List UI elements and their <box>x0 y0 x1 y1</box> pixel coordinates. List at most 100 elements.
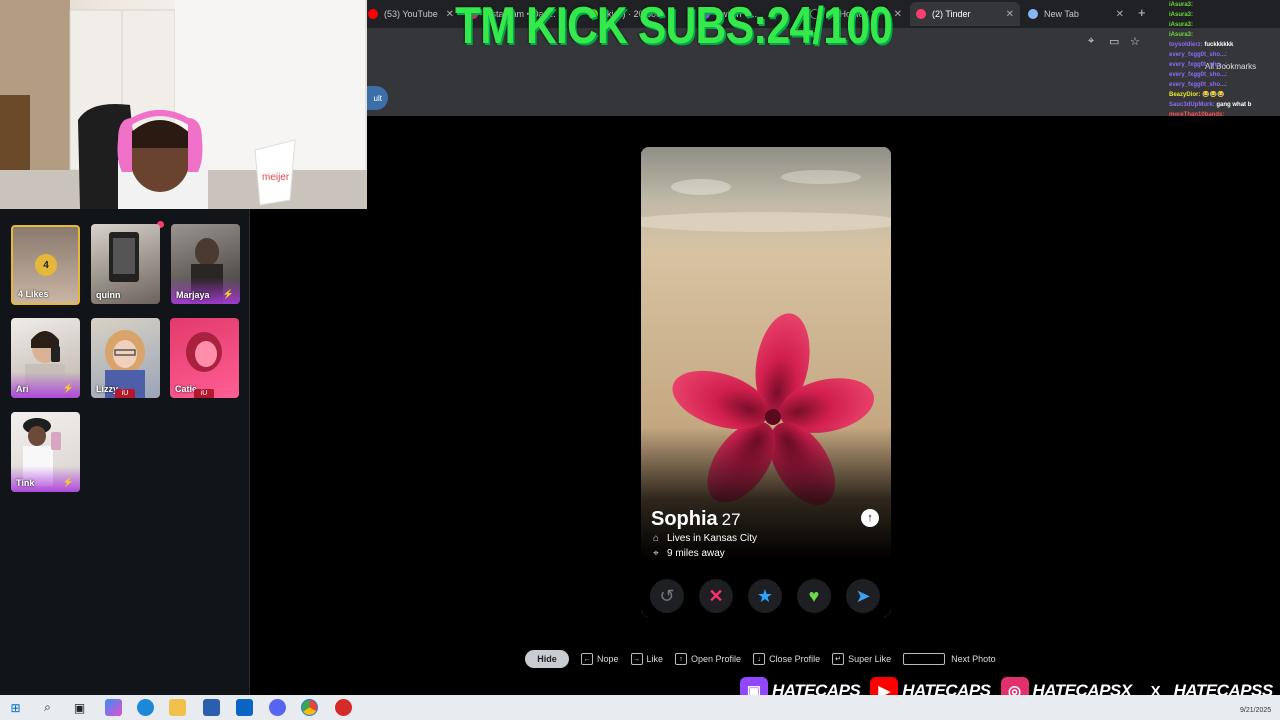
chat-username: Sauc3dUpMurk: <box>1169 102 1215 108</box>
webcam-scene: meijer <box>0 0 367 209</box>
hint-label: Like <box>646 654 664 664</box>
outlook-icon[interactable] <box>236 699 253 716</box>
chat-message: Sauc3dUpMurk: gang what b <box>1169 100 1280 110</box>
match-tile-lizzy[interactable]: Lizzy iU <box>91 318 160 398</box>
hint-nope: ← Nope <box>581 653 619 665</box>
super-like-button[interactable]: ★ <box>748 579 782 613</box>
chat-message: iAsura3: <box>1169 0 1280 10</box>
chat-username: iAsura3: <box>1169 12 1194 18</box>
match-tile-quinn[interactable]: quinn <box>91 224 160 304</box>
match-tile-tink[interactable]: Tink ⚡ <box>11 412 80 492</box>
hint-label: Nope <box>597 654 619 664</box>
chat-message: every_fxgg0t_sho...: <box>1169 50 1280 60</box>
chat-username: iAsura3: <box>1169 22 1194 28</box>
iu-badge: iU <box>115 389 135 398</box>
location-pin-icon[interactable]: ⌖ <box>1088 35 1094 48</box>
close-tab-icon[interactable]: ✕ <box>894 9 902 20</box>
search-icon[interactable]: ⌕ <box>39 699 56 716</box>
new-tab-plus-icon[interactable]: + <box>1138 5 1146 20</box>
hint-super-like: ↵ Super Like <box>832 653 891 665</box>
hint-label: Open Profile <box>691 654 742 664</box>
webcam-feed: meijer <box>0 0 367 209</box>
like-button[interactable]: ♥ <box>797 579 831 613</box>
tinder-favicon-icon <box>916 9 926 19</box>
match-name: quinn <box>96 290 121 300</box>
close-tab-icon[interactable]: ✕ <box>1116 9 1124 20</box>
hide-hints-button[interactable]: Hide <box>525 650 569 668</box>
space-key-icon <box>903 653 946 665</box>
youtube-favicon-icon <box>368 9 378 19</box>
up-arrow-key-icon: ↑ <box>675 653 688 665</box>
match-tile-marjaya[interactable]: Marjaya ⚡ <box>171 224 240 304</box>
match-tile-ari[interactable]: Ari ⚡ <box>11 318 80 398</box>
boost-button[interactable]: ➤ <box>846 579 880 613</box>
obs-icon[interactable] <box>335 699 352 716</box>
hint-label: Close Profile <box>769 654 821 664</box>
chat-message: moreThan10bands: <box>1169 110 1280 120</box>
chat-text: 😂😂😂 <box>1202 92 1225 98</box>
match-name: Tink <box>16 478 35 488</box>
chat-message: every_fxgg0t_sho...: <box>1169 60 1280 70</box>
close-tab-icon[interactable]: ✕ <box>446 9 454 20</box>
file-explorer-icon[interactable] <box>169 699 186 716</box>
profile-lives: Lives in Kansas City <box>667 533 758 544</box>
chat-message: every_fxgg0t_sho...: <box>1169 70 1280 80</box>
windows-taskbar <box>0 695 1280 720</box>
heart-icon: ♥ <box>808 585 820 606</box>
match-tile-catie[interactable]: Catie iU <box>170 318 239 398</box>
chat-username: moreThan10bands: <box>1169 112 1225 118</box>
left-arrow-key-icon: ← <box>581 653 593 665</box>
tab-new-tab[interactable]: New Tab ✕ <box>1022 4 1130 24</box>
svg-text:meijer: meijer <box>262 172 290 183</box>
chat-message: toysoldierz: fuckkkkkk <box>1169 40 1280 50</box>
windows-start-icon[interactable]: ⊞ <box>7 699 24 716</box>
rewind-button[interactable]: ↺ <box>650 579 684 613</box>
chat-username: every_fxgg0t_sho...: <box>1169 72 1228 78</box>
rewind-icon: ↺ <box>659 585 675 606</box>
edge-icon[interactable] <box>137 699 154 716</box>
stream-chat-overlay: iAsura3: iAsura3: iAsura3: iAsura3: toys… <box>1169 0 1280 120</box>
chat-text: gang what b <box>1216 102 1252 108</box>
tab-label: (2) Tinder <box>932 9 971 19</box>
right-arrow-key-icon: → <box>630 653 643 665</box>
tab-tinder[interactable]: (2) Tinder ✕ <box>910 2 1020 26</box>
nope-button[interactable]: ✕ <box>699 579 733 613</box>
iu-badge: iU <box>194 389 214 398</box>
match-name: Ari <box>16 384 29 394</box>
hint-next-photo: Next Photo <box>903 653 996 665</box>
location-pin-icon: ⌖ <box>653 548 659 559</box>
keyboard-shortcuts-bar: Hide ← Nope → Like ↑ Open Profile ↓ Close Pr… <box>525 650 1008 668</box>
bolt-icon: ⚡ <box>222 289 234 299</box>
likes-tile[interactable]: 4 4 Likes <box>11 225 80 305</box>
copilot-icon[interactable] <box>105 699 122 716</box>
discord-icon[interactable] <box>269 699 286 716</box>
home-icon: ⌂ <box>652 533 660 544</box>
taskbar-date: 9/21/2025 <box>1240 707 1272 714</box>
profile-card[interactable]: Sophia 27 ↑ ⌂ Lives in Kansas City ⌖ 9 mi… <box>641 147 891 617</box>
open-profile-arrow-icon[interactable]: ↑ <box>861 509 879 527</box>
bolt-icon: ⚡ <box>62 477 74 487</box>
tab-youtube[interactable]: (53) YouTube ✕ <box>362 4 460 24</box>
close-tab-icon[interactable]: ✕ <box>1006 9 1014 20</box>
task-view-icon[interactable]: ▣ <box>71 699 88 716</box>
down-arrow-key-icon: ↓ <box>753 653 766 665</box>
profile-lives-row: ⌂ Lives in Kansas City <box>651 533 757 544</box>
store-icon[interactable] <box>203 699 220 716</box>
x-icon: ✕ <box>708 585 724 606</box>
cast-icon[interactable]: ▭ <box>1109 35 1119 48</box>
hint-close-profile: ↓ Close Profile <box>753 653 820 665</box>
hint-like: → Like <box>630 653 664 665</box>
chat-username: iAsura3: <box>1169 32 1194 38</box>
likes-label: 4 Likes <box>18 289 49 299</box>
profile-distance-row: ⌖ 9 miles away <box>651 548 725 559</box>
chat-username: every_fxgg0t_sho...: <box>1169 52 1228 58</box>
profile-age: 27 <box>721 510 741 529</box>
chrome-icon[interactable] <box>301 699 318 716</box>
chat-username: every_fxgg0t_sho...: <box>1169 82 1228 88</box>
bookmark-star-icon[interactable]: ☆ <box>1130 35 1140 48</box>
tab-label: (53) YouTube <box>384 9 438 19</box>
kick-subs-banner: TM KICK SUBS:24/100 <box>455 0 893 55</box>
chat-message: every_fxgg0t_sho...: <box>1169 80 1280 90</box>
chat-username: iAsura3: <box>1169 2 1194 8</box>
chat-username: BeazyDior: <box>1169 92 1201 98</box>
